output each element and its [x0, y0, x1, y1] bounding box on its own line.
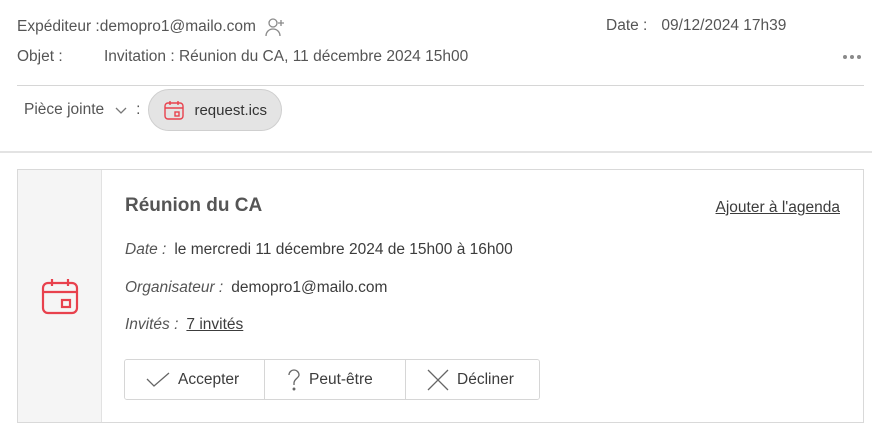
event-guests-label: Invités :: [125, 316, 179, 333]
date-row: Date : 09/12/2024 17h39: [606, 17, 786, 35]
event-guests-link[interactable]: 7 invités: [186, 316, 243, 333]
maybe-button[interactable]: Peut-être: [264, 360, 405, 399]
date-value: 09/12/2024 17h39: [661, 17, 787, 34]
section-divider: [0, 151, 872, 153]
more-horizontal-icon[interactable]: [840, 47, 864, 67]
attachments-label: Pièce jointe: [24, 101, 105, 118]
chevron-down-icon: [114, 103, 128, 117]
calendar-icon: [163, 99, 185, 121]
header-divider: [17, 85, 864, 86]
person-plus-icon[interactable]: [264, 16, 286, 38]
event-date-label: Date :: [125, 241, 167, 258]
attachment-chip[interactable]: request.ics: [148, 89, 282, 131]
add-to-agenda-link[interactable]: Ajouter à l'agenda: [716, 199, 840, 217]
decline-button[interactable]: Décliner: [405, 360, 539, 399]
decline-label: Décliner: [457, 370, 514, 388]
date-label: Date :: [606, 17, 648, 34]
event-date-value: le mercredi 11 décembre 2024 de 15h00 à …: [174, 241, 513, 258]
accept-label: Accepter: [178, 370, 240, 388]
accept-button[interactable]: Accepter: [125, 360, 264, 399]
calendar-icon: [40, 276, 80, 316]
subject-value: Invitation : Réunion du CA, 11 décembre …: [104, 48, 469, 65]
sender-row: Expéditeur : demopro1@mailo.com: [17, 16, 286, 38]
close-icon: [427, 369, 449, 391]
subject-row: Objet : Invitation : Réunion du CA, 11 dé…: [17, 48, 468, 66]
sender-email[interactable]: demopro1@mailo.com: [100, 18, 256, 36]
event-date-row: Date : le mercredi 11 décembre 2024 de 15…: [125, 241, 513, 259]
attachments-toggle[interactable]: Pièce jointe: [24, 101, 128, 119]
invitation-card: Réunion du CA Ajouter à l'agenda Date : l…: [17, 169, 864, 423]
event-guests-row: Invités : 7 invités: [125, 316, 243, 334]
invitation-icon-panel: [18, 170, 102, 422]
event-organizer-label: Organisateur :: [125, 279, 224, 296]
check-icon: [146, 372, 170, 388]
event-organizer-row: Organisateur : demopro1@mailo.com: [125, 279, 387, 297]
subject-label: Objet :: [17, 48, 63, 65]
event-title: Réunion du CA: [125, 195, 263, 216]
sender-label: Expéditeur :: [17, 18, 100, 35]
rsvp-button-group: Accepter Peut-être Décliner: [124, 359, 540, 400]
question-icon: [287, 368, 301, 391]
attachments-row: Pièce jointe : request.ics: [24, 89, 282, 131]
attachments-colon: :: [136, 101, 141, 118]
attachment-name: request.ics: [194, 101, 267, 119]
maybe-label: Peut-être: [309, 370, 373, 388]
event-organizer-value: demopro1@mailo.com: [231, 279, 388, 296]
